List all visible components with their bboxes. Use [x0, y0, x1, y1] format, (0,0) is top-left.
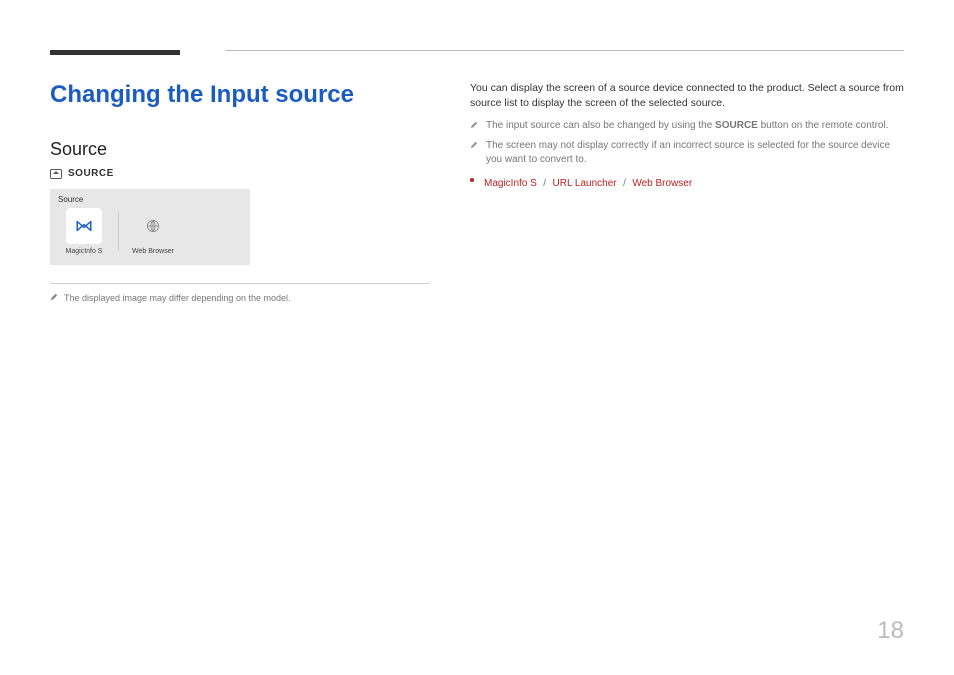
panel-item-webbrowser: Web Browser [127, 208, 179, 255]
link-separator: / [623, 178, 626, 189]
source-panel-items: MagicInfo S We [58, 208, 242, 255]
note1-bold: SOURCE [715, 120, 758, 131]
left-column: Changing the Input source Source SOURCE … [50, 81, 430, 305]
magicinfo-icon [66, 208, 102, 244]
page: Changing the Input source Source SOURCE … [0, 0, 954, 675]
source-path-label: SOURCE [68, 168, 114, 179]
note1-pre: The input source can also be changed by … [486, 120, 715, 131]
pencil-icon [470, 141, 478, 149]
right-note-1: The input source can also be changed by … [470, 119, 904, 133]
page-title: Changing the Input source [50, 81, 430, 109]
source-heading: Source [50, 139, 430, 160]
bullet-dot-icon [470, 178, 474, 182]
top-rule [226, 50, 904, 51]
right-column: You can display the screen of a source d… [470, 81, 904, 305]
link-separator: / [543, 178, 546, 189]
right-note-2-text: The screen may not display correctly if … [486, 139, 904, 167]
right-note-1-text: The input source can also be changed by … [486, 119, 888, 133]
panel-item-label: Web Browser [132, 248, 174, 255]
source-button-path: SOURCE [50, 168, 430, 179]
panel-item-label: MagicInfo S [66, 248, 103, 255]
panel-item-magicinfo: MagicInfo S [58, 208, 110, 255]
left-note-text: The displayed image may differ depending… [64, 292, 290, 305]
link-magicinfo: MagicInfo S [484, 178, 537, 189]
page-number: 18 [877, 617, 904, 645]
pencil-icon [50, 293, 58, 301]
accent-bar [50, 50, 180, 55]
source-path-icon [50, 169, 62, 179]
pencil-icon [470, 121, 478, 129]
webbrowser-icon [135, 208, 171, 244]
right-note-2: The screen may not display correctly if … [470, 139, 904, 167]
link-web-browser: Web Browser [632, 178, 692, 189]
note1-post: button on the remote control. [758, 120, 889, 131]
source-panel-title: Source [58, 195, 242, 204]
links-bullet: MagicInfo S / URL Launcher / Web Browser [470, 173, 904, 191]
content-columns: Changing the Input source Source SOURCE … [50, 81, 904, 305]
left-note: The displayed image may differ depending… [50, 292, 430, 305]
intro-text: You can display the screen of a source d… [470, 81, 904, 111]
link-url-launcher: URL Launcher [553, 178, 617, 189]
links-line: MagicInfo S / URL Launcher / Web Browser [484, 173, 692, 191]
panel-separator [118, 212, 119, 251]
source-panel: Source MagicInfo S [50, 189, 250, 265]
left-divider [50, 283, 430, 284]
